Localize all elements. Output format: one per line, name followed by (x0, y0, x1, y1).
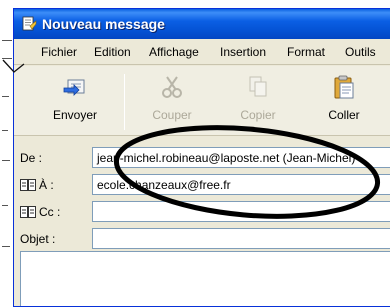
cc-field[interactable] (92, 201, 390, 222)
address-book-icon (20, 206, 36, 221)
menu-bar: Fichier Edition Affichage Insertion Form… (14, 39, 390, 65)
to-label-wrap[interactable]: À : (20, 178, 54, 194)
paste-label: Coller (328, 108, 360, 122)
message-body-editor[interactable] (20, 251, 390, 306)
document-line (2, 96, 9, 97)
document-line (2, 130, 8, 131)
copy-button[interactable]: Copier (218, 74, 298, 132)
scissors-icon (162, 76, 182, 98)
document-line (2, 40, 12, 41)
cc-label-wrap[interactable]: Cc : (20, 205, 60, 221)
cut-label: Couper (152, 108, 192, 122)
document-line (2, 246, 10, 247)
menu-format[interactable]: Format (287, 45, 325, 59)
cut-button[interactable]: Couper (132, 74, 212, 132)
from-field[interactable]: jean-michel.robineau@laposte.net (Jean-M… (92, 147, 390, 168)
message-headers: De : jean-michel.robineau@laposte.net (J… (14, 137, 390, 251)
subject-row: Objet : (14, 228, 390, 251)
new-message-window: Nouveau message Fichier Edition Affichag… (13, 8, 390, 307)
window-title: Nouveau message (42, 16, 165, 32)
to-label: À : (39, 178, 54, 192)
to-row: À : ecole.chanzeaux@free.fr (14, 174, 390, 197)
toolbar-separator (124, 74, 125, 130)
paste-icon (334, 75, 354, 99)
copy-label: Copier (240, 108, 276, 122)
menu-affichage[interactable]: Affichage (149, 45, 199, 59)
document-line (2, 160, 10, 161)
menu-fichier[interactable]: Fichier (41, 45, 77, 59)
paste-button[interactable]: Coller (304, 74, 384, 132)
send-icon (63, 79, 85, 96)
document-line (2, 205, 8, 206)
copy-icon (249, 76, 267, 97)
from-row: De : jean-michel.robineau@laposte.net (J… (14, 147, 390, 170)
document-line (2, 58, 12, 59)
menu-outils[interactable]: Outils (345, 45, 376, 59)
menu-insertion[interactable]: Insertion (220, 45, 266, 59)
menu-edition[interactable]: Edition (94, 45, 131, 59)
from-label: De : (20, 151, 43, 165)
new-message-icon (21, 16, 37, 32)
toolbar: Envoyer Couper Copier Coller (14, 66, 390, 136)
subject-field[interactable] (92, 228, 390, 249)
send-label: Envoyer (52, 108, 98, 122)
to-field[interactable]: ecole.chanzeaux@free.fr (92, 174, 390, 195)
address-book-icon (20, 179, 36, 194)
cc-label: Cc : (39, 205, 61, 219)
send-button[interactable]: Envoyer (35, 74, 115, 132)
cc-row: Cc : (14, 201, 390, 224)
title-bar[interactable]: Nouveau message (14, 9, 390, 39)
subject-label: Objet : (20, 232, 56, 246)
